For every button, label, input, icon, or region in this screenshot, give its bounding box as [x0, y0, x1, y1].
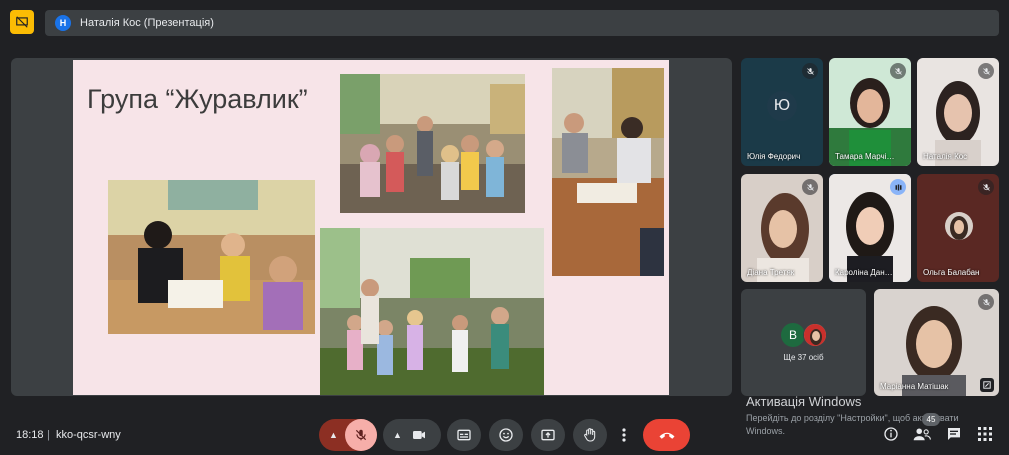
camera-control-group: ▲	[383, 419, 441, 451]
slide-photo-group-dancing	[340, 74, 525, 213]
more-participants-count: Ще 37 осіб	[783, 353, 824, 362]
participant-tile-4[interactable]: Діана Третяк	[741, 174, 823, 282]
raise-hand-button[interactable]	[573, 419, 607, 451]
participant-tile-7[interactable]: Маріанна Матішак	[874, 289, 999, 396]
presentation-stage[interactable]: Група “Журавлик”	[11, 58, 732, 396]
leave-call-button[interactable]	[643, 419, 690, 451]
participant-name: Маріанна Матішак	[880, 382, 949, 391]
slide-photo-circle-game	[320, 228, 544, 395]
mic-off-icon	[890, 63, 906, 79]
hang-up-icon	[659, 432, 674, 439]
people-count-badge: 45	[922, 413, 940, 426]
pin-tile-icon[interactable]	[980, 378, 994, 392]
emoji-icon	[499, 428, 513, 442]
participant-name: Ольга Балабан	[923, 268, 980, 277]
more-participants-tile[interactable]: В Ще 37 осіб	[741, 289, 866, 396]
mic-off-icon	[978, 294, 994, 310]
camera-toggle-button[interactable]	[411, 427, 427, 448]
speaking-indicator-icon	[890, 179, 906, 195]
stop-presenting-icon	[16, 16, 28, 28]
presenter-bar[interactable]: Н Наталія Кос (Презентація)	[45, 10, 999, 36]
reactions-button[interactable]	[489, 419, 523, 451]
participant-avatar: Ю	[767, 90, 797, 121]
meeting-code: kko-qcsr-wny	[56, 429, 121, 441]
captions-button[interactable]	[447, 419, 481, 451]
mic-off-icon	[978, 63, 994, 79]
presentation-status-icon[interactable]	[10, 10, 34, 34]
meeting-clock: 18:18	[16, 429, 44, 441]
camera-icon	[413, 431, 425, 439]
camera-options-chevron-icon[interactable]: ▲	[393, 430, 402, 440]
participant-tile-2[interactable]: Тамара Марчі…	[829, 58, 911, 166]
more-options-button[interactable]	[611, 419, 637, 451]
more-avatar-photo	[803, 323, 827, 347]
apps-grid-icon	[978, 427, 992, 441]
activities-button[interactable]	[976, 425, 994, 443]
captions-icon	[457, 429, 471, 441]
people-button[interactable]	[913, 425, 931, 443]
present-icon	[541, 429, 555, 441]
hand-icon	[584, 428, 596, 442]
presenter-label: Наталія Кос (Презентація)	[80, 17, 214, 29]
more-vert-icon	[622, 428, 626, 442]
slide-photo-reading	[108, 180, 315, 334]
participant-tile-1[interactable]: Ю Юлія Федорич	[741, 58, 823, 166]
mic-toggle-button[interactable]	[345, 419, 377, 451]
chat-button[interactable]	[945, 425, 963, 443]
slide-photo-table-work	[552, 68, 664, 276]
people-icon	[913, 428, 931, 441]
more-avatar-initial: В	[781, 323, 805, 347]
mic-options-chevron-icon[interactable]: ▲	[329, 430, 338, 440]
present-screen-button[interactable]	[531, 419, 565, 451]
participant-tile-5[interactable]: Кароліна Дан…	[829, 174, 911, 282]
mic-off-icon	[355, 429, 367, 441]
chat-icon	[948, 428, 960, 440]
participant-name: Юлія Федорич	[747, 152, 801, 161]
participant-name: Тамара Марчі…	[835, 152, 895, 161]
mic-control-group: ▲	[319, 419, 377, 451]
presentation-slide: Група “Журавлик”	[73, 60, 669, 395]
participant-tile-6[interactable]: Ольга Балабан	[917, 174, 999, 282]
mic-off-icon	[978, 179, 994, 195]
slide-title: Група “Журавлик”	[87, 84, 308, 114]
participant-name: Кароліна Дан…	[835, 268, 893, 277]
mic-off-icon	[802, 63, 818, 79]
participant-tile-3[interactable]: Наталія Кос	[917, 58, 999, 166]
watermark-title: Активація Windows	[746, 394, 862, 409]
presenter-avatar: Н	[55, 15, 71, 31]
participant-name: Наталія Кос	[923, 152, 968, 161]
bottom-control-bar: 18:18 | kko-qcsr-wny ▲ ▲	[0, 415, 1009, 455]
participant-name: Діана Третяк	[747, 268, 795, 277]
info-icon	[884, 427, 898, 441]
clock-separator: |	[47, 429, 50, 441]
mic-off-icon	[802, 179, 818, 195]
participant-avatar-photo	[945, 212, 973, 240]
meeting-details-button[interactable]	[882, 425, 900, 443]
